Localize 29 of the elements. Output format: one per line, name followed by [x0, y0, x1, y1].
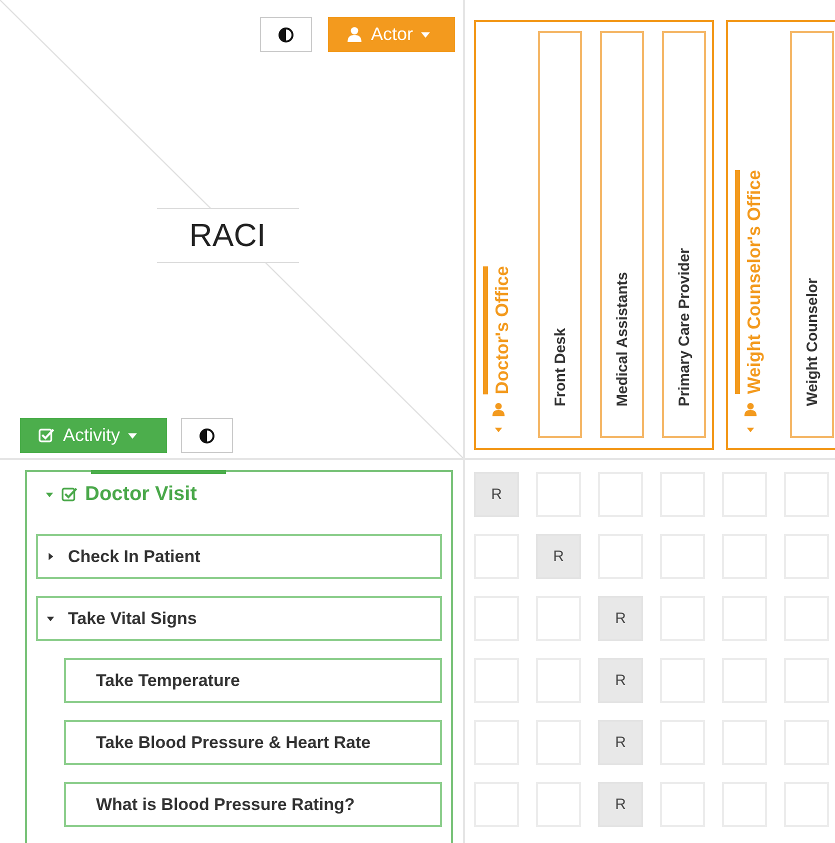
- contrast-button[interactable]: [181, 418, 233, 453]
- role-header: Primary Care Provider: [662, 31, 706, 438]
- role-header: Medical Assistants: [600, 31, 644, 438]
- activity-row[interactable]: What is Blood Pressure Rating?: [64, 782, 442, 827]
- caret-icon[interactable]: [46, 552, 55, 561]
- caret-icon: [421, 32, 430, 38]
- person-icon: [742, 402, 758, 417]
- matrix-cell[interactable]: R: [598, 658, 643, 703]
- matrix-cell[interactable]: R: [536, 534, 581, 579]
- role-header: Weight Counselor: [790, 31, 834, 438]
- contrast-button[interactable]: [260, 17, 312, 52]
- matrix-cell[interactable]: R: [598, 782, 643, 827]
- activity-row[interactable]: Take Temperature: [64, 658, 442, 703]
- checkbox-icon: [38, 427, 55, 444]
- role-header: Front Desk: [538, 31, 582, 438]
- person-icon: [346, 26, 363, 43]
- activity-row[interactable]: Check In Patient: [36, 534, 442, 579]
- matrix-cell[interactable]: R: [598, 596, 643, 641]
- matrix-cell[interactable]: R: [598, 720, 643, 765]
- matrix-cell[interactable]: R: [474, 472, 519, 517]
- person-icon: [490, 402, 506, 417]
- activity-row[interactable]: Take Blood Pressure & Heart Rate: [64, 720, 442, 765]
- contrast-icon: [278, 26, 294, 42]
- checkbox-icon: [61, 486, 78, 503]
- contrast-icon: [199, 428, 215, 444]
- activity-row[interactable]: Take Vital Signs: [36, 596, 442, 641]
- caret-icon: [128, 432, 138, 438]
- matrix-title: RACI: [156, 208, 298, 262]
- caret-icon[interactable]: [46, 614, 55, 623]
